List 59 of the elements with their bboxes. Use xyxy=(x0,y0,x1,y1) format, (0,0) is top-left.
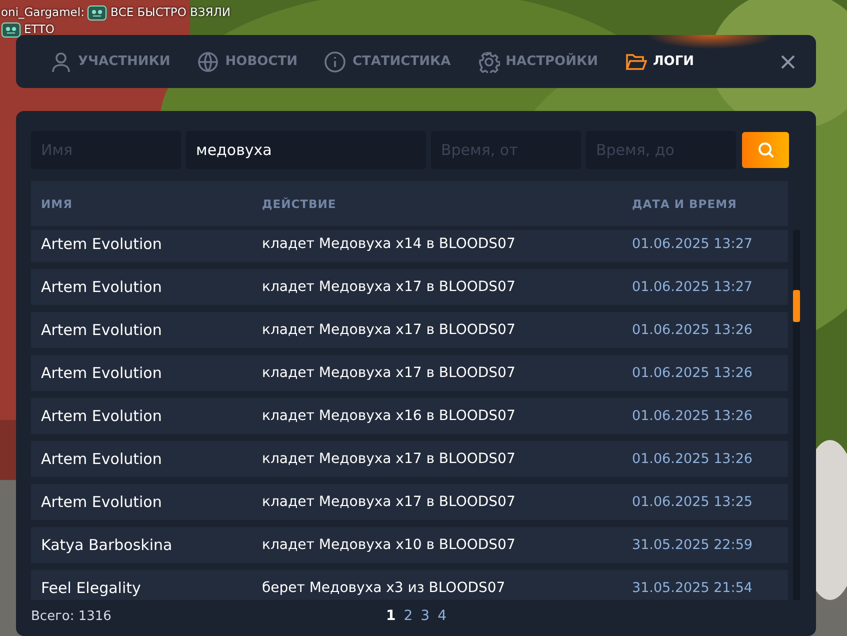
chat-message: ЕТТО xyxy=(24,21,54,38)
column-header: ДЕЙСТВИЕ xyxy=(262,196,338,210)
tab[interactable]: ЛОГИ xyxy=(624,50,694,72)
table-cell-text: Artem Evolution xyxy=(40,364,163,382)
table-cell-text: Artem Evolution xyxy=(40,278,163,296)
page-link[interactable]: 4 xyxy=(438,608,447,624)
table-cell-text: кладет Медовуха x16 в BLOODS07 xyxy=(262,408,516,424)
table-row[interactable]: Artem Evolution кладет Медовуха x17 в BLOODS07 01.06.2025 13:27 xyxy=(31,269,788,305)
page-link[interactable]: 3 xyxy=(420,608,430,624)
table-cell-text: 31.05.2025 21:54 xyxy=(632,580,754,596)
column-header: ДАТА И ВРЕМЯ xyxy=(632,196,738,210)
table-row[interactable]: Feel Elegality берет Медовуха x3 из BLOODS07 31.05.2025 21:54 xyxy=(31,570,788,600)
chat-author: oni_Gargamel: xyxy=(1,4,84,21)
search-button[interactable] xyxy=(742,132,789,168)
table-row[interactable]: Artem Evolution кладет Медовуха x17 в BLOODS07 01.06.2025 13:26 xyxy=(31,441,788,477)
close-icon[interactable] xyxy=(780,54,796,70)
column-header: ИМЯ xyxy=(40,196,74,210)
emoji-icon xyxy=(87,4,108,20)
table-cell-text: Artem Evolution xyxy=(40,450,163,468)
user-icon xyxy=(50,50,72,72)
table-row[interactable]: Artem Evolution кладет Медовуха x14 в BLOODS07 01.06.2025 13:27 xyxy=(31,230,788,262)
gear-icon xyxy=(478,50,500,72)
table-cell-text: кладет Медовуха x17 в BLOODS07 xyxy=(262,451,516,467)
table-row[interactable]: Artem Evolution кладет Медовуха x16 в BLOODS07 01.06.2025 13:26 xyxy=(31,398,788,434)
table-cell-text: 01.06.2025 13:26 xyxy=(632,451,754,467)
info-icon xyxy=(324,50,346,72)
page-link[interactable]: 1 xyxy=(386,608,396,624)
search-icon xyxy=(756,141,774,159)
table-row[interactable]: Artem Evolution кладет Медовуха x17 в BLOODS07 01.06.2025 13:26 xyxy=(31,355,788,391)
table-cell-text: кладет Медовуха x17 в BLOODS07 xyxy=(262,494,516,510)
table-cell-text: кладет Медовуха x14 в BLOODS07 xyxy=(262,236,516,252)
table-cell-text: Artem Evolution xyxy=(40,407,163,425)
globe-icon xyxy=(197,50,220,72)
table-row[interactable]: Artem Evolution кладет Медовуха x17 в BLOODS07 01.06.2025 13:26 xyxy=(31,312,788,348)
table-cell-text: Artem Evolution xyxy=(40,235,163,253)
table-cell-text: 01.06.2025 13:27 xyxy=(632,279,754,295)
page-link[interactable]: 2 xyxy=(404,608,413,624)
total-count: Всего: 1316 xyxy=(31,608,112,624)
chat-message: ВСЕ БЫСТРО ВЗЯЛИ xyxy=(110,4,231,21)
table-cell-text: 01.06.2025 13:26 xyxy=(632,322,754,338)
input-field[interactable]: медовуха xyxy=(186,131,426,169)
table-row[interactable]: Artem Evolution кладет Медовуха x17 в BLOODS07 01.06.2025 13:25 xyxy=(31,484,788,520)
table-cell-text: 01.06.2025 13:25 xyxy=(632,494,754,510)
table-row[interactable]: Katya Barboskina кладет Медовуха x10 в BLOODS07 31.05.2025 22:59 xyxy=(31,527,788,563)
table-cell-text: Artem Evolution xyxy=(40,321,163,339)
table-cell-text: берет Медовуха x3 из BLOODS07 xyxy=(262,580,506,596)
scrollbar[interactable] xyxy=(793,230,800,600)
table-cell-text: 01.06.2025 13:26 xyxy=(632,408,754,424)
table-cell-text: кладет Медовуха x17 в BLOODS07 xyxy=(262,279,516,295)
table-cell-text: Katya Barboskina xyxy=(40,536,174,554)
table-cell-text: 31.05.2025 22:59 xyxy=(632,537,754,553)
table-cell-text: 01.06.2025 13:27 xyxy=(632,236,754,252)
table-cell-text: Artem Evolution xyxy=(40,493,163,511)
table-cell-text: кладет Медовуха x10 в BLOODS07 xyxy=(262,537,516,553)
table-cell-text: кладет Медовуха x17 в BLOODS07 xyxy=(262,322,516,338)
emoji-icon xyxy=(1,22,21,38)
table-cell-text: кладет Медовуха x17 в BLOODS07 xyxy=(262,365,516,381)
table-cell-text: 01.06.2025 13:26 xyxy=(632,365,754,381)
table-cell-text: Feel Elegality xyxy=(40,579,142,597)
